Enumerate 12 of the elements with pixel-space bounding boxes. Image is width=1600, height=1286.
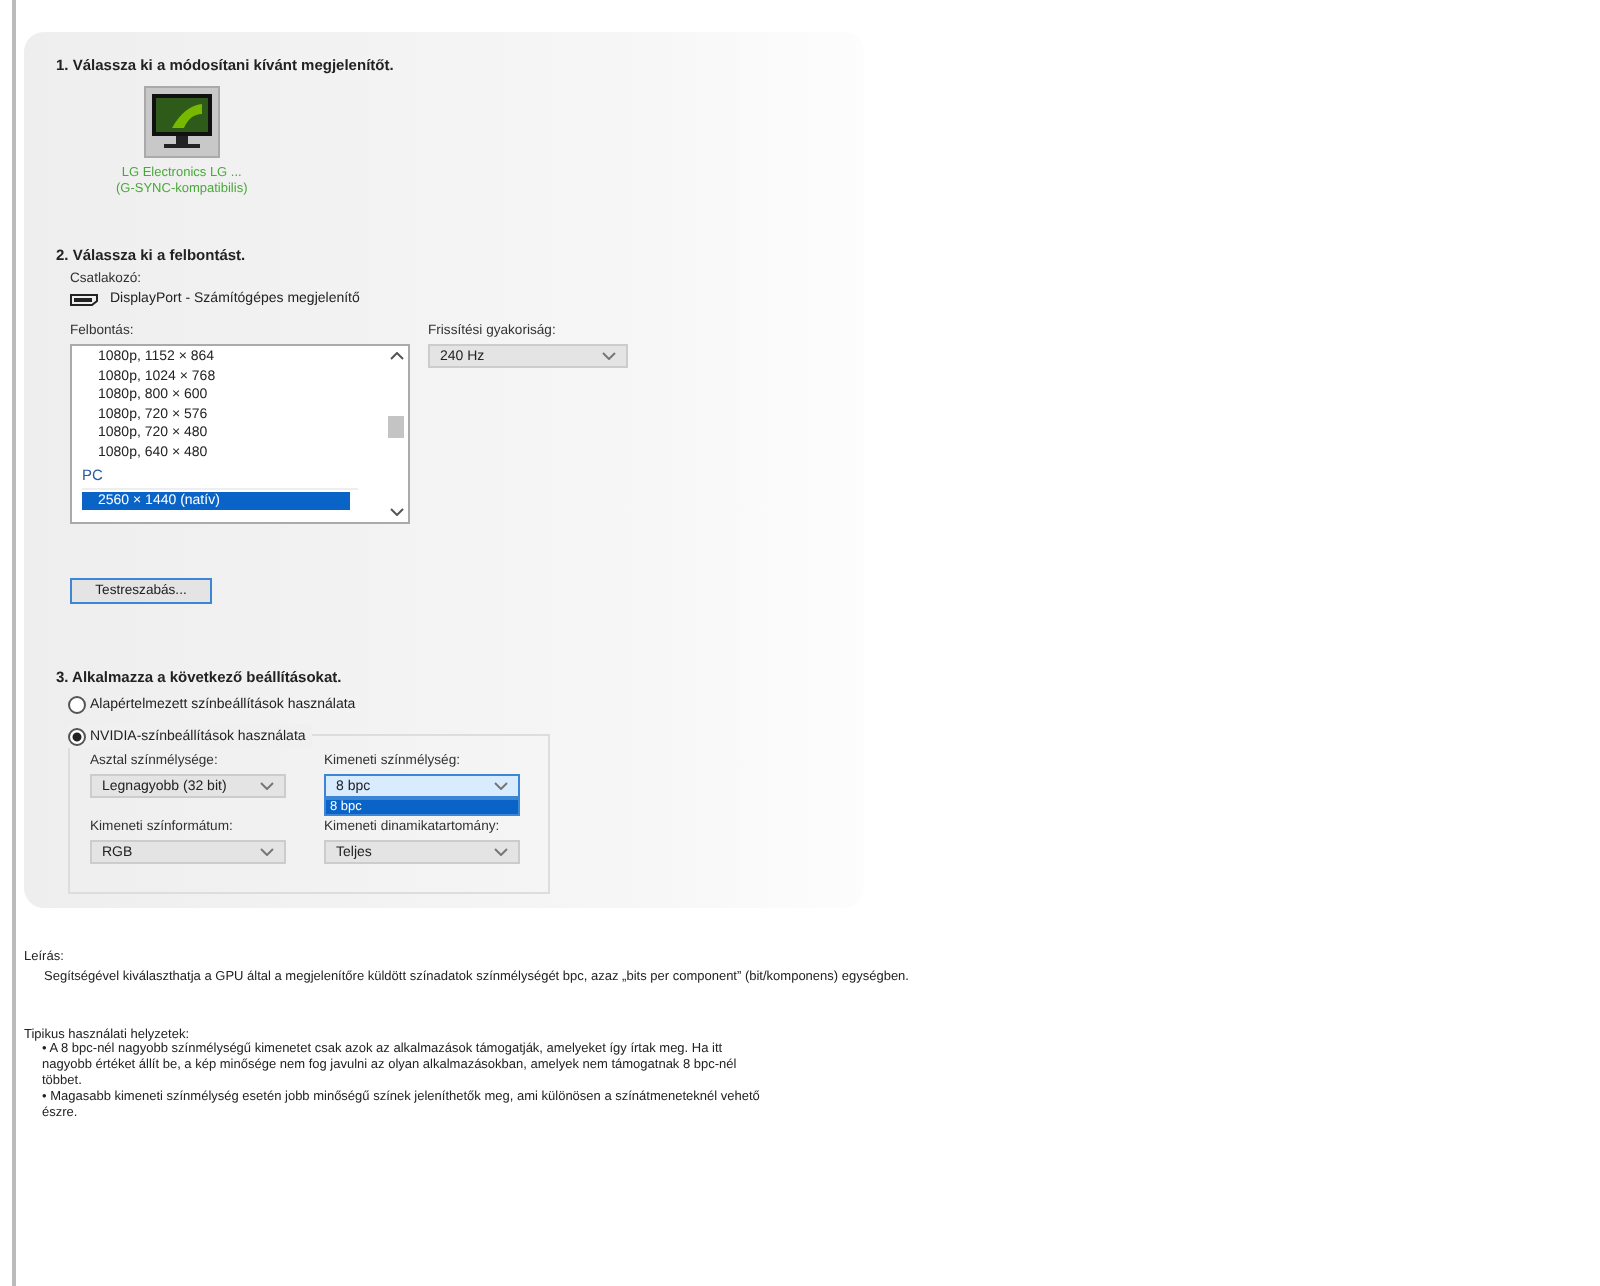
chevron-icon <box>494 782 508 790</box>
scrollbar[interactable] <box>384 346 408 522</box>
scroll-down-icon[interactable] <box>389 502 403 522</box>
chevron-icon <box>260 782 274 790</box>
monitor-icon[interactable] <box>143 86 220 158</box>
scrollbar-thumb[interactable] <box>388 416 404 438</box>
radio-button[interactable] <box>68 695 86 713</box>
chevron-icon <box>602 352 616 360</box>
radio-button[interactable] <box>68 727 86 745</box>
chevron-icon <box>260 848 274 856</box>
chevron-icon <box>494 848 508 856</box>
port-icon <box>70 293 98 305</box>
